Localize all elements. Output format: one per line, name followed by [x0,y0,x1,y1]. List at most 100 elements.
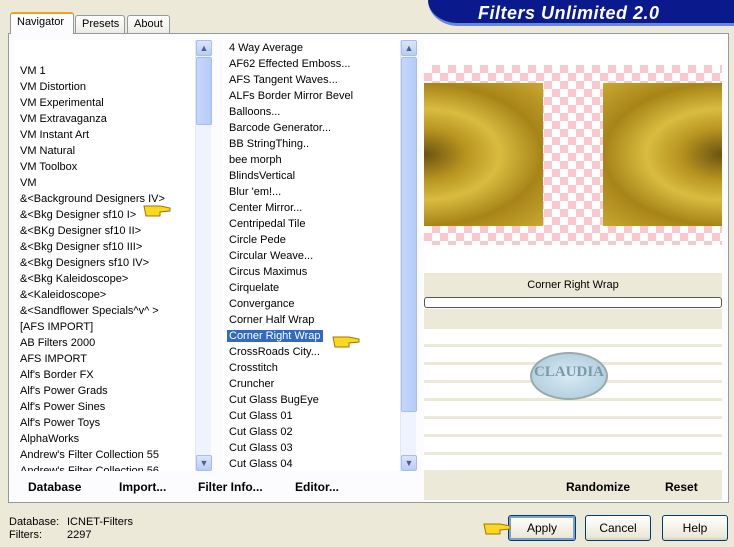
filters-label: Filters: [9,529,42,541]
list-item-label: Crosstitch [229,362,278,374]
list-item[interactable]: Blur 'em!... [223,184,400,200]
list-item[interactable]: VM Instant Art [14,127,195,143]
list-item[interactable]: Andrew's Filter Collection 56 [14,463,195,471]
list-item-label: Circle Pede [229,234,286,246]
list-item-label: AlphaWorks [20,433,80,445]
list-item[interactable]: ALFs Border Mirror Bevel [223,88,400,104]
list-item[interactable]: VM Natural [14,143,195,159]
tab-navigator[interactable]: Navigator [10,12,74,34]
parameter-area [424,329,722,471]
list-item[interactable]: Cruncher [223,376,400,392]
list-item[interactable]: Cut Glass 03 [223,440,400,456]
list-item[interactable]: VM Distortion [14,79,195,95]
list-item[interactable]: Centripedal Tile [223,216,400,232]
list-item[interactable]: Cut Glass BugEye [223,392,400,408]
list-item-label: Alf's Power Toys [20,417,101,429]
list-item[interactable]: Cut Glass 04 [223,456,400,471]
list-item[interactable]: AFS Tangent Waves... [223,72,400,88]
list-item[interactable]: &<Bkg Designers sf10 IV> [14,255,195,271]
list-item[interactable]: Cut Glass 01 [223,408,400,424]
list-item[interactable]: VM Experimental [14,95,195,111]
list-item-label: Balloons... [229,106,281,118]
list-item[interactable]: [AFS IMPORT] [14,319,195,335]
list-item[interactable]: Center Mirror... [223,200,400,216]
editor-button[interactable]: Editor... [295,480,339,494]
list-item-label: &<Bkg Designer sf10 III> [20,241,143,253]
list-item[interactable]: Alf's Power Grads [14,383,195,399]
list-item-label: Convergance [229,298,295,310]
list-item-label: VM Natural [20,145,76,157]
list-item[interactable]: VM Toolbox [14,159,195,175]
list-item[interactable]: Alf's Power Sines [14,399,195,415]
list-item[interactable]: Barcode Generator... [223,120,400,136]
database-button[interactable]: Database [28,480,81,494]
list-item[interactable]: &<Sandflower Specials^v^ > [14,303,195,319]
list-item[interactable]: &<Bkg Designer sf10 III> [14,239,195,255]
list-item[interactable]: AB Filters 2000 [14,335,195,351]
filter-list[interactable]: 4 Way Average AF62 Effected Emboss... AFS … [223,40,400,471]
filter-scrollbar[interactable]: ▲ ▼ [400,40,417,471]
list-item-label: Centripedal Tile [229,218,306,230]
watermark-logo: CLAUDIA [530,352,608,400]
list-item[interactable]: Circus Maximus [223,264,400,280]
list-item-label: VM 1 [20,65,46,77]
list-item[interactable]: Circle Pede [223,232,400,248]
list-item[interactable]: &<Bkg Kaleidoscope> [14,271,195,287]
list-item-label: Center Mirror... [229,202,303,214]
list-item[interactable] [14,47,195,63]
scroll-thumb[interactable] [401,57,417,412]
list-item-label: Cut Glass 04 [229,458,293,470]
list-item[interactable]: VM Extravaganza [14,111,195,127]
category-list[interactable]: VM 1 VM Distortion VM Experimental VM Extra… [14,40,195,471]
list-item-label: Corner Right Wrap [227,330,323,342]
preview-image [424,65,722,245]
list-item[interactable]: Crosstitch [223,360,400,376]
randomize-button[interactable]: Randomize [566,480,630,494]
list-item[interactable]: Balloons... [223,104,400,120]
database-value: ICNET-Filters [67,516,133,528]
list-item-label: &<BKg Designer sf10 II> [20,225,142,237]
list-item[interactable]: Circular Weave... [223,248,400,264]
scroll-up-icon[interactable]: ▲ [401,40,417,56]
list-item[interactable]: Corner Right Wrap [223,328,400,344]
list-item[interactable]: AF62 Effected Emboss... [223,56,400,72]
list-item[interactable]: AFS IMPORT [14,351,195,367]
title-banner: Filters Unlimited 2.0 [428,0,734,26]
list-item[interactable]: Cut Glass 02 [223,424,400,440]
list-item-label: CrossRoads City... [229,346,320,358]
tab-presets[interactable]: Presets [75,15,125,33]
reset-button[interactable]: Reset [665,480,698,494]
list-item-label: AFS Tangent Waves... [229,74,338,86]
scroll-down-icon[interactable]: ▼ [196,455,212,471]
tab-about[interactable]: About [127,15,170,33]
filter-info-button[interactable]: Filter Info... [198,480,263,494]
list-item[interactable]: &<Kaleidoscope> [14,287,195,303]
scroll-down-icon[interactable]: ▼ [401,455,417,471]
list-item-label: &<Bkg Designers sf10 IV> [20,257,150,269]
help-button[interactable]: Help [662,515,728,541]
list-item[interactable]: Corner Half Wrap [223,312,400,328]
import-button[interactable]: Import... [119,480,166,494]
list-item[interactable]: Alf's Power Toys [14,415,195,431]
list-item-label: VM Experimental [20,97,104,109]
list-item[interactable]: 4 Way Average [223,40,400,56]
list-item[interactable]: BlindsVertical [223,168,400,184]
category-scrollbar[interactable]: ▲ ▼ [195,40,212,471]
database-label: Database: [9,516,60,528]
list-item[interactable]: VM 1 [14,63,195,79]
cancel-button[interactable]: Cancel [585,515,651,541]
list-item[interactable]: BB StringThing.. [223,136,400,152]
list-item[interactable]: Andrew's Filter Collection 55 [14,447,195,463]
list-item[interactable]: VM [14,175,195,191]
list-item[interactable]: CrossRoads City... [223,344,400,360]
list-item[interactable]: AlphaWorks [14,431,195,447]
list-item[interactable]: Alf's Border FX [14,367,195,383]
list-item[interactable]: &<BKg Designer sf10 II> [14,223,195,239]
list-item[interactable]: Convergance [223,296,400,312]
list-item[interactable]: bee morph [223,152,400,168]
scroll-thumb[interactable] [196,57,212,125]
scroll-up-icon[interactable]: ▲ [196,40,212,56]
apply-button[interactable]: Apply [508,515,576,541]
list-item[interactable]: Cirquelate [223,280,400,296]
list-item-label: AF62 Effected Emboss... [229,58,351,70]
